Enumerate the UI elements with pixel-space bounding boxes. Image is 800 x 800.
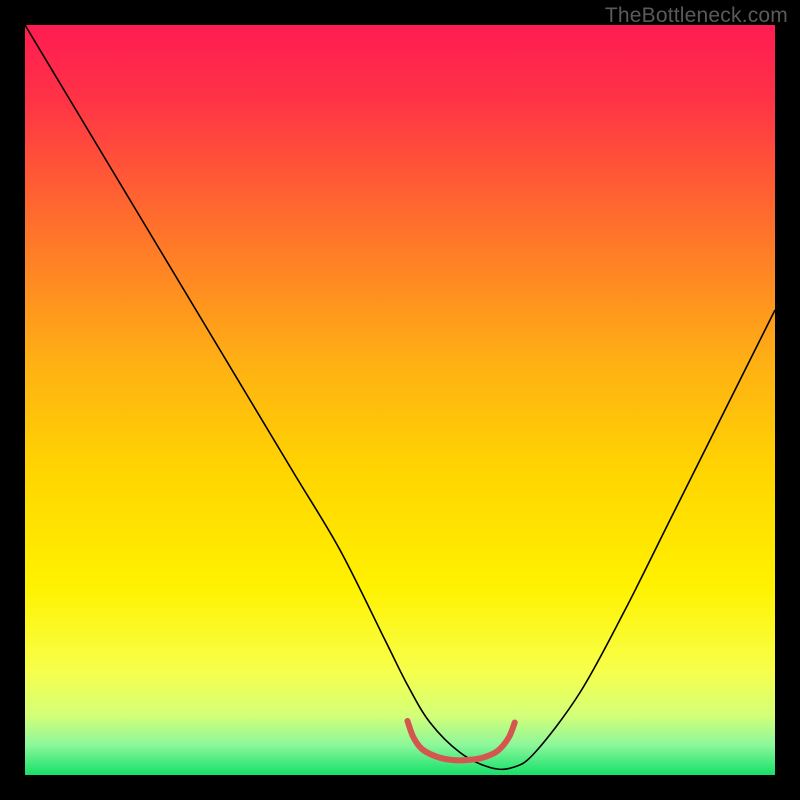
- plot-area: [25, 25, 775, 775]
- watermark-text: TheBottleneck.com: [605, 4, 788, 28]
- curve-layer: [25, 25, 775, 775]
- bottleneck-curve: [25, 25, 775, 769]
- chart-container: TheBottleneck.com: [0, 0, 800, 800]
- bottleneck-marker: [408, 721, 515, 760]
